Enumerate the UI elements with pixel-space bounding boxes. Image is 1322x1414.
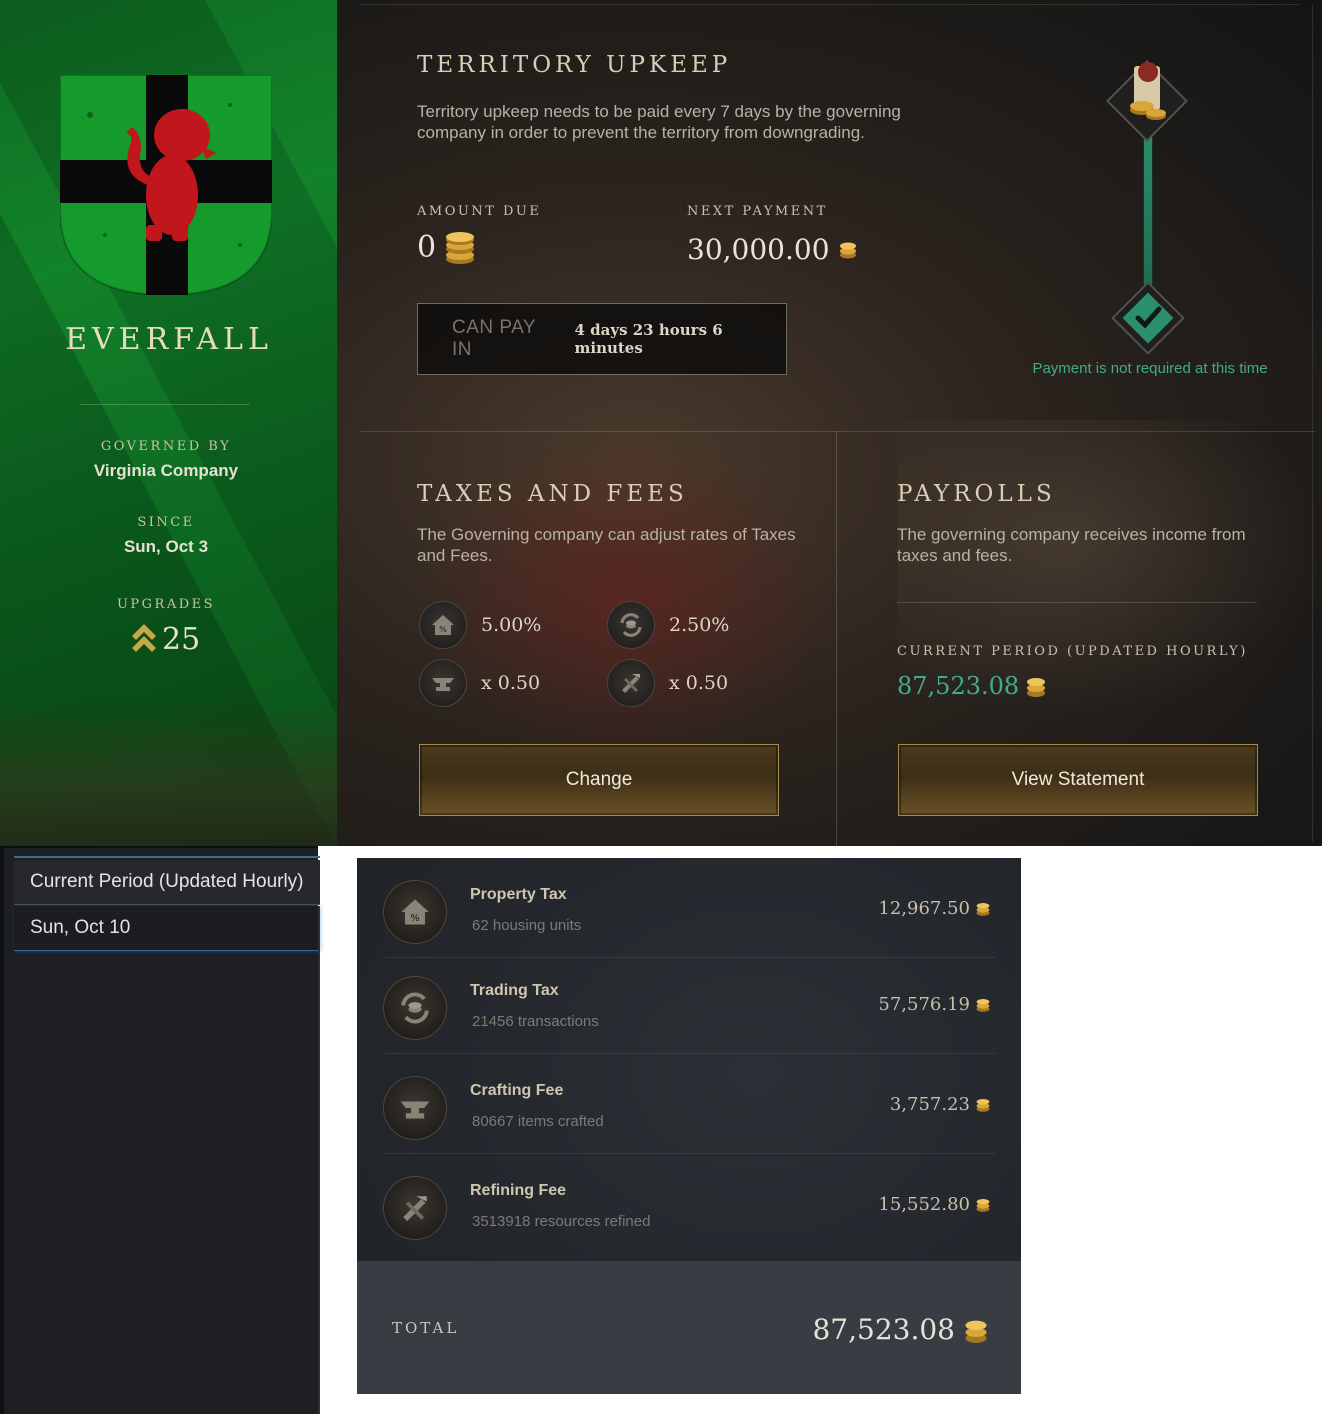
item-detail: 80667 items crafted	[472, 1113, 604, 1130]
coin-stack-icon	[976, 902, 990, 916]
item-amount-value: 3,757.23	[889, 1094, 970, 1115]
change-button[interactable]: Change	[419, 744, 779, 816]
property-tax-rate: % 5.00%	[419, 601, 541, 649]
list-item: % Property Tax 62 housing units 12,967.5…	[383, 862, 995, 958]
item-detail: 62 housing units	[472, 917, 582, 934]
amount-due-value: 0	[417, 230, 437, 265]
coin-stack-icon	[1027, 678, 1046, 697]
upgrade-chevron-icon	[132, 623, 156, 652]
item-amount-value: 12,967.50	[878, 898, 970, 919]
trading-tax-value: 2.50%	[669, 614, 730, 636]
can-pay-countdown: CAN PAY IN 4 days 23 hours 6 minutes	[417, 303, 787, 375]
upgrades-count: 25	[132, 622, 200, 657]
trading-tax-icon	[383, 976, 447, 1040]
property-tax-icon: %	[419, 601, 467, 649]
taxes-description: The Governing company can adjust rates o…	[417, 525, 796, 565]
can-pay-label: CAN PAY IN	[452, 317, 536, 360]
payrolls-divider	[897, 602, 1257, 603]
upkeep-description: Territory upkeep needs to be paid every …	[417, 102, 901, 142]
taxes-title: TAXES AND FEES	[417, 481, 688, 507]
item-name: Crafting Fee	[470, 1082, 564, 1099]
payrolls-description: The governing company receives income fr…	[897, 525, 1246, 565]
since-label: SINCE	[137, 515, 195, 530]
trading-tax-icon	[607, 601, 655, 649]
column-divider	[836, 431, 837, 846]
view-statement-button[interactable]: View Statement	[898, 744, 1258, 816]
statement-total: TOTAL 87,523.08	[357, 1261, 1021, 1394]
property-tax-value: 5.00%	[481, 614, 542, 636]
item-detail: 21456 transactions	[472, 1013, 599, 1030]
can-pay-value: 4 days 23 hours 6 minutes	[574, 321, 723, 357]
property-tax-icon: %	[383, 880, 447, 944]
governed-by-label: GOVERNED BY	[100, 439, 232, 454]
coin-stack-icon	[839, 242, 856, 258]
amount-due: 0	[417, 230, 476, 265]
item-amount-value: 57,576.19	[878, 994, 970, 1015]
crafting-fee-value: x 0.50	[481, 672, 541, 694]
current-period-amount: 87,523.08	[897, 672, 1047, 700]
coin-stack-icon	[976, 1198, 990, 1212]
banner-divider	[80, 404, 250, 405]
refining-fee-value: x 0.50	[669, 672, 729, 694]
trading-tax-rate: 2.50%	[607, 601, 729, 649]
section-divider	[360, 431, 1315, 432]
next-payment-value: 30,000.00	[687, 233, 830, 266]
refining-fee-rate: x 0.50	[607, 659, 728, 707]
upkeep-progress-fill	[1144, 125, 1152, 285]
payment-status-note: Payment is not required at this time	[1032, 360, 1268, 377]
item-name: Property Tax	[470, 886, 567, 903]
governing-company: Virginia Company	[93, 461, 239, 480]
territory-crest-icon	[60, 75, 272, 295]
payrolls-title: PAYROLLS	[897, 481, 1056, 507]
list-item: Crafting Fee 80667 items crafted 3,757.2…	[383, 1058, 995, 1154]
period-item-oct-10[interactable]: Sun, Oct 10	[14, 906, 320, 951]
item-amount: 3,757.23	[890, 1094, 991, 1115]
item-amount-value: 15,552.80	[878, 1194, 970, 1215]
current-period-value: 87,523.08	[897, 672, 1020, 700]
item-amount: 15,552.80	[878, 1194, 991, 1215]
item-detail: 3513918 resources refined	[472, 1213, 651, 1230]
amount-due-label: AMOUNT DUE	[417, 204, 542, 219]
coin-stack-icon	[965, 1320, 987, 1343]
svg-text:%: %	[410, 913, 420, 924]
item-name: Refining Fee	[470, 1182, 567, 1199]
territory-banner: EVERFALL GOVERNED BY Virginia Company SI…	[0, 0, 338, 846]
item-amount: 12,967.50	[878, 898, 991, 919]
svg-text:%: %	[439, 625, 447, 634]
period-item-current[interactable]: Current Period (Updated Hourly)	[14, 860, 320, 905]
upgrades-value: 25	[162, 622, 201, 657]
coin-stack-icon	[976, 1098, 990, 1112]
coin-stack-icon	[446, 231, 475, 264]
refining-fee-icon	[607, 659, 655, 707]
statement-period-sidebar: Current Period (Updated Hourly) Sun, Oct…	[0, 846, 320, 1414]
list-item: Trading Tax 21456 transactions 57,576.19	[383, 958, 995, 1054]
checkmark-icon	[1111, 281, 1185, 355]
current-period-label: CURRENT PERIOD (UPDATED HOURLY)	[897, 644, 1248, 659]
refining-fee-icon	[383, 1176, 447, 1240]
total-amount: 87,523.08	[812, 1313, 989, 1346]
crafting-fee-icon	[419, 659, 467, 707]
total-value: 87,523.08	[812, 1313, 955, 1346]
coin-stack-icon	[976, 998, 990, 1012]
next-payment-label: NEXT PAYMENT	[687, 204, 828, 219]
upgrades-label: UPGRADES	[116, 597, 216, 612]
total-label: TOTAL	[392, 1319, 460, 1337]
since-date: Sun, Oct 3	[123, 537, 209, 556]
territory-name: EVERFALL	[65, 322, 273, 357]
crafting-fee-rate: x 0.50	[419, 659, 540, 707]
item-name: Trading Tax	[470, 982, 559, 999]
crafting-fee-icon	[383, 1076, 447, 1140]
next-payment: 30,000.00	[687, 233, 858, 266]
statement-list: % Property Tax 62 housing units 12,967.5…	[357, 858, 1021, 1394]
item-amount: 57,576.19	[878, 994, 991, 1015]
scroll-and-coins-icon	[1105, 59, 1189, 143]
territory-panel: EVERFALL GOVERNED BY Virginia Company SI…	[0, 0, 1322, 846]
upkeep-title: TERRITORY UPKEEP	[417, 52, 732, 78]
list-item: Refining Fee 3513918 resources refined 1…	[383, 1158, 995, 1254]
